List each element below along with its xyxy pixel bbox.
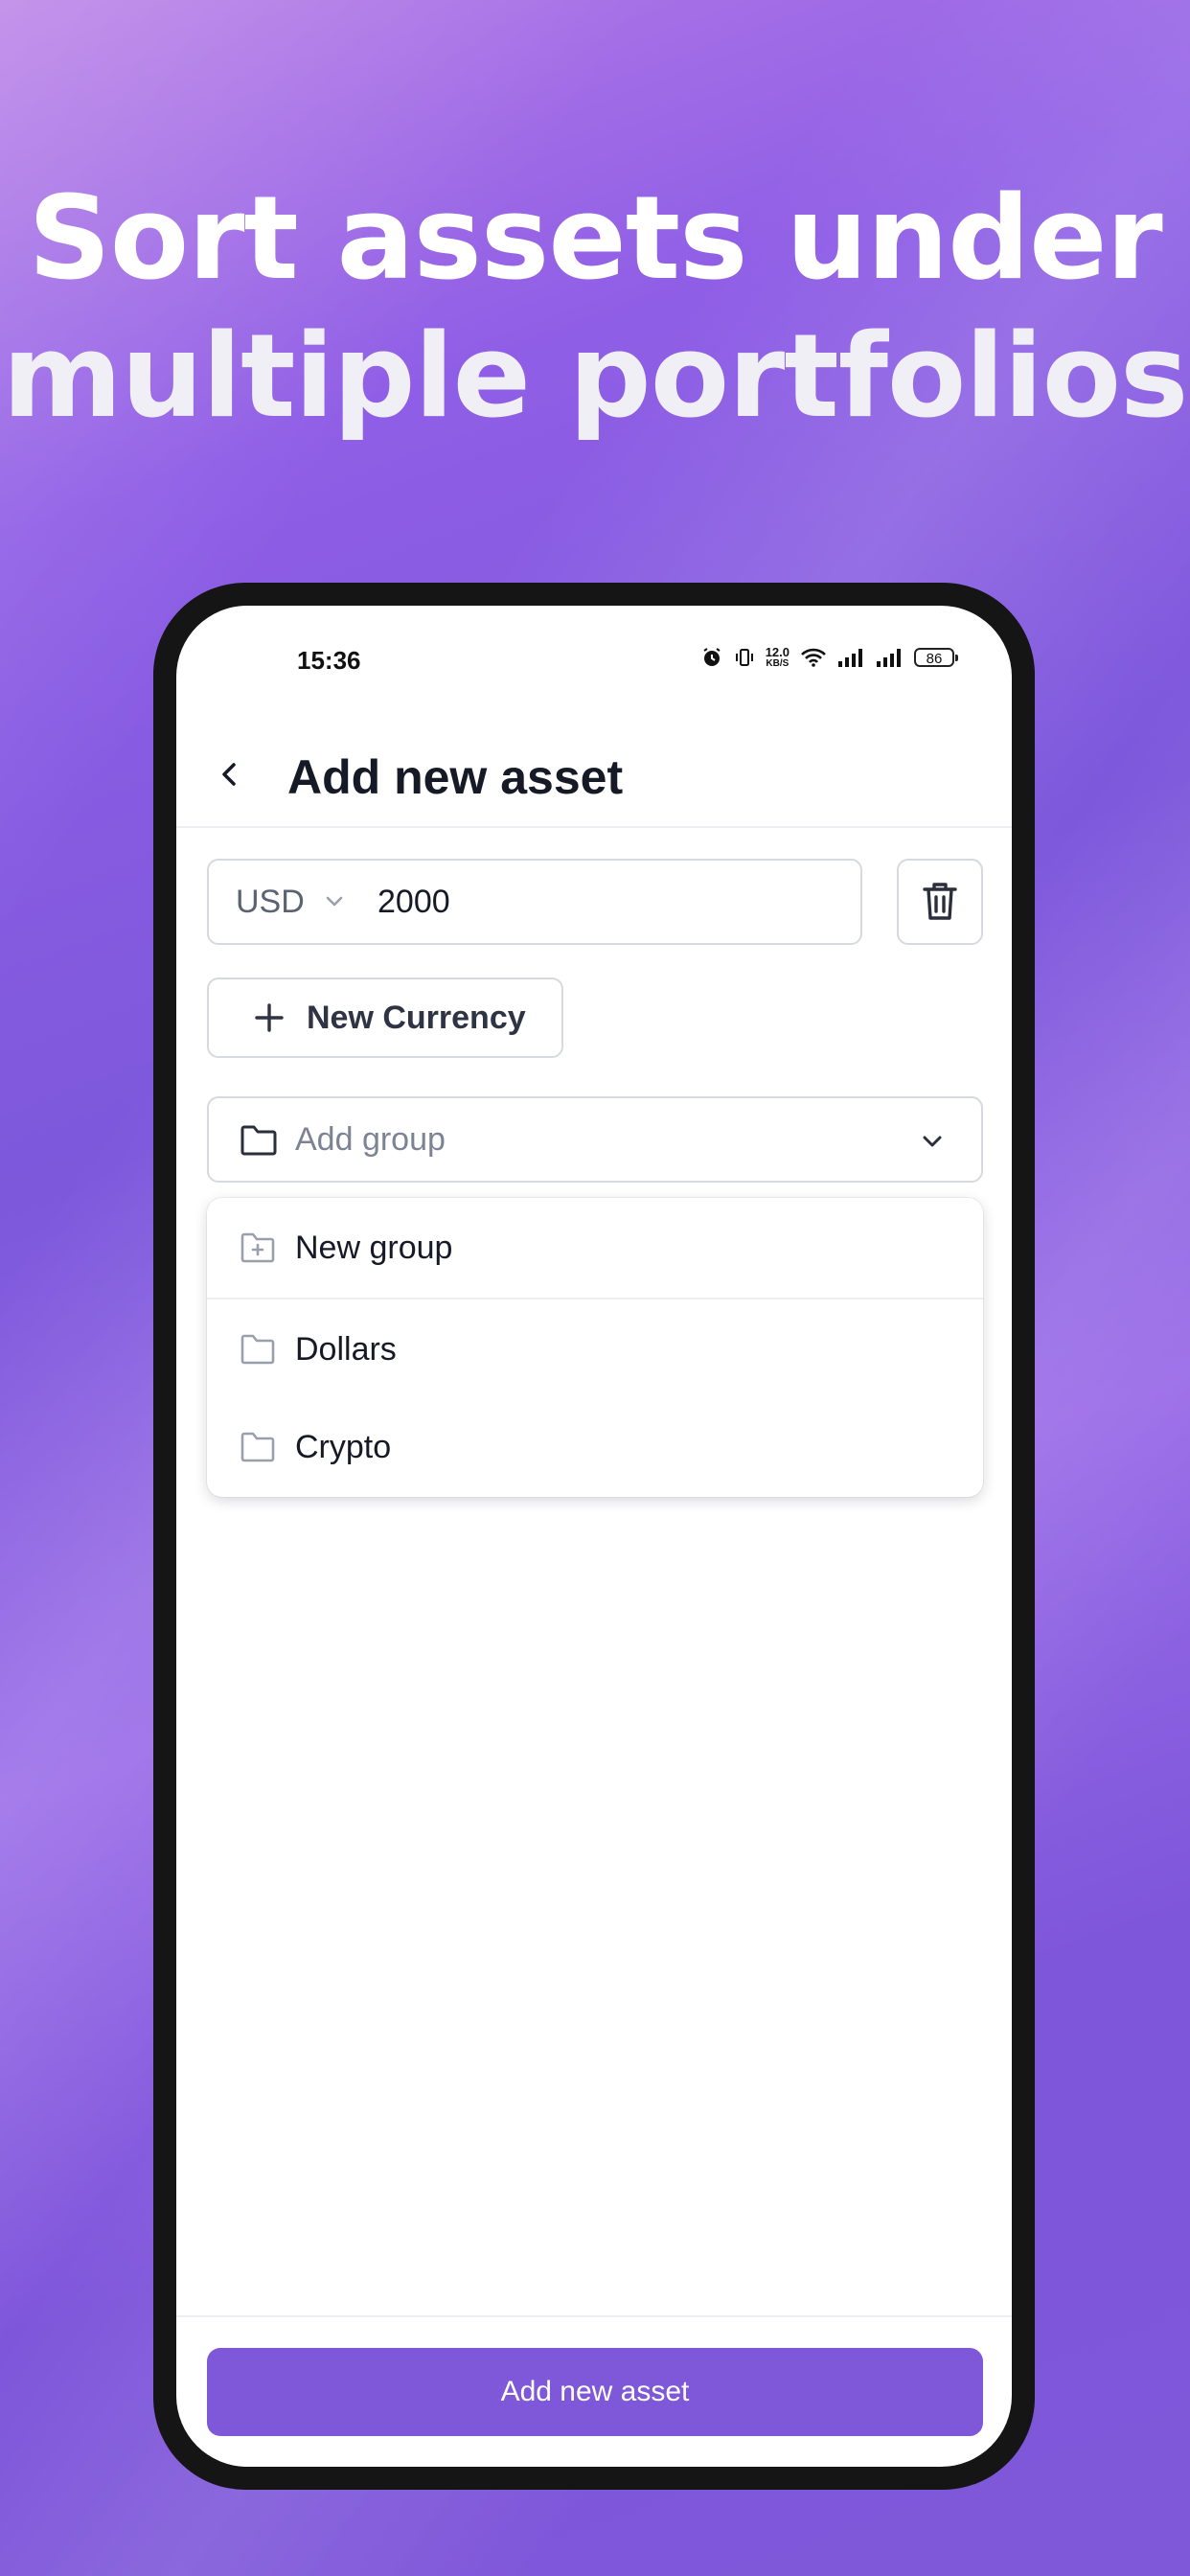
phone-screen: 15:36 12.0 KB/S 86 Add new asset USD 200… <box>176 606 1012 2467</box>
plus-icon <box>255 1003 284 1032</box>
dropdown-item-new-group[interactable]: New group <box>207 1198 983 1300</box>
dropdown-item-label: Dollars <box>295 1331 397 1368</box>
marketing-headline: Sort assets under multiple portfolios <box>0 171 1190 447</box>
headline-line-1: Sort assets under <box>28 172 1162 306</box>
delete-button[interactable] <box>897 859 983 945</box>
network-speed-unit: KB/S <box>766 658 790 669</box>
vibrate-icon <box>733 646 756 669</box>
signal-icon <box>837 647 866 668</box>
dropdown-item-label: Crypto <box>295 1429 392 1465</box>
network-speed-value: 12.0 <box>765 645 790 659</box>
folder-icon <box>240 1334 275 1365</box>
status-icons: 12.0 KB/S 86 <box>700 642 958 673</box>
currency-select[interactable]: USD <box>236 861 347 943</box>
chevron-down-icon <box>326 896 343 907</box>
dropdown-item-dollars[interactable]: Dollars <box>207 1300 983 1399</box>
footer-divider <box>176 2315 1012 2317</box>
app-header: Add new asset <box>176 721 1012 828</box>
amount-input-group: USD 2000 <box>207 859 862 945</box>
status-bar: 15:36 12.0 KB/S 86 <box>176 606 1012 675</box>
currency-code: USD <box>236 883 305 920</box>
phone-frame: 15:36 12.0 KB/S 86 Add new asset USD 200… <box>153 583 1035 2490</box>
folder-plus-icon <box>240 1232 275 1263</box>
headline-line-2: multiple portfolios <box>2 310 1189 444</box>
status-time: 15:36 <box>297 646 361 675</box>
group-select[interactable]: Add group <box>207 1096 983 1183</box>
group-select-placeholder: Add group <box>295 1121 446 1158</box>
add-asset-button[interactable]: Add new asset <box>207 2348 983 2436</box>
dropdown-item-crypto[interactable]: Crypto <box>207 1397 983 1497</box>
dropdown-item-label: New group <box>295 1230 453 1266</box>
signal-icon <box>876 647 904 668</box>
alarm-icon <box>700 646 723 669</box>
wifi-icon <box>799 646 828 669</box>
chevron-down-icon <box>923 1136 942 1147</box>
amount-input[interactable]: 2000 <box>378 861 450 943</box>
chevron-left-icon <box>222 763 236 786</box>
network-speed: 12.0 KB/S <box>766 646 790 669</box>
trash-icon <box>923 883 957 920</box>
battery-icon: 86 <box>914 648 958 667</box>
folder-icon <box>240 1432 275 1462</box>
new-currency-label: New Currency <box>307 999 526 1036</box>
folder-icon <box>240 1125 277 1156</box>
group-dropdown-menu: New group Dollars Crypto <box>207 1198 983 1497</box>
new-currency-button[interactable]: New Currency <box>207 978 563 1058</box>
page-title: Add new asset <box>287 750 624 804</box>
back-button[interactable] <box>211 755 249 794</box>
